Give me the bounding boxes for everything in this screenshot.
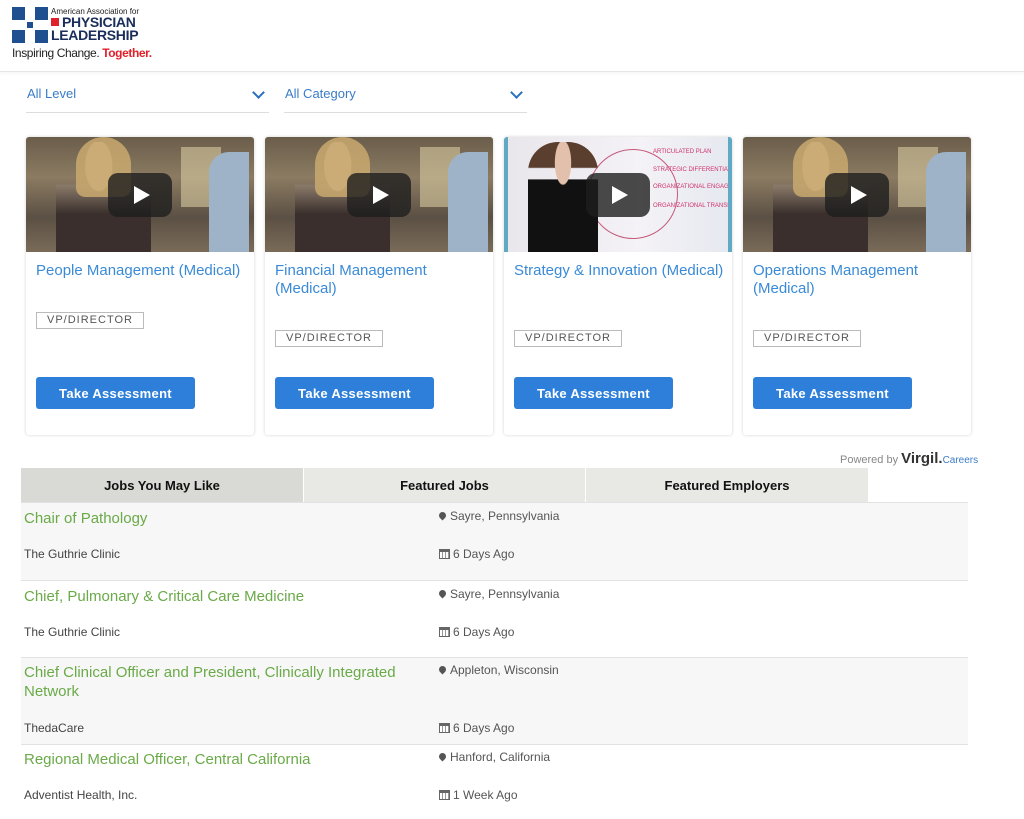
job-row: Chair of Pathology The Guthrie Clinic Sa… xyxy=(21,502,968,580)
job-posted-text: 6 Days Ago xyxy=(453,547,515,561)
aapl-logo[interactable]: American Association for PHYSICIAN LEADE… xyxy=(12,7,172,63)
job-location-text: Hanford, California xyxy=(450,750,551,764)
tab-featured-jobs[interactable]: Featured Jobs xyxy=(304,468,586,502)
powered-by-virgil[interactable]: Powered by Virgil.Careers xyxy=(840,450,978,467)
job-posted: 6 Days Ago xyxy=(439,625,514,639)
job-employer: Adventist Health, Inc. xyxy=(24,788,138,802)
assessment-card: Financial Management (Medical) VP/DIRECT… xyxy=(265,137,493,435)
careers-logo: Careers xyxy=(942,455,979,466)
level-badge: VP/DIRECTOR xyxy=(275,330,383,347)
whiteboard-text: ORGANIZATIONAL ENGAGE xyxy=(653,184,732,190)
video-thumbnail[interactable] xyxy=(743,137,971,252)
job-location: Appleton, Wisconsin xyxy=(437,663,559,677)
assessment-cards: People Management (Medical) VP/DIRECTOR … xyxy=(26,137,971,435)
whiteboard-text: STRATEGIC DIFFERENTIATION xyxy=(653,167,732,173)
job-location: Hanford, California xyxy=(437,750,551,764)
card-title[interactable]: People Management (Medical) xyxy=(36,262,246,280)
calendar-icon xyxy=(439,723,450,733)
level-badge: VP/DIRECTOR xyxy=(36,312,144,329)
card-title[interactable]: Strategy & Innovation (Medical) xyxy=(514,262,724,280)
logo-cross-icon xyxy=(12,7,48,43)
assessment-card: ARTICULATED PLAN STRATEGIC DIFFERENTIATI… xyxy=(504,137,732,435)
virgil-logo: Virgil. xyxy=(901,450,943,467)
calendar-icon xyxy=(439,549,450,559)
job-posted: 1 Week Ago xyxy=(439,788,518,802)
job-location-text: Sayre, Pennsylvania xyxy=(450,587,560,601)
powered-by-prefix: Powered by xyxy=(840,454,899,466)
logo-tagline: Inspiring Change. Together. xyxy=(12,46,152,60)
job-title-link[interactable]: Chief Clinical Officer and President, Cl… xyxy=(24,663,414,701)
map-marker-icon xyxy=(437,510,448,521)
chevron-down-icon xyxy=(510,86,523,99)
job-location-text: Appleton, Wisconsin xyxy=(450,663,559,677)
job-posted: 6 Days Ago xyxy=(439,547,514,561)
level-badge: VP/DIRECTOR xyxy=(514,330,622,347)
tagline-part1: Inspiring Change. xyxy=(12,46,100,60)
map-marker-icon xyxy=(437,664,448,675)
job-list: Chair of Pathology The Guthrie Clinic Sa… xyxy=(21,502,968,819)
take-assessment-button[interactable]: Take Assessment xyxy=(275,377,434,409)
take-assessment-button[interactable]: Take Assessment xyxy=(753,377,912,409)
take-assessment-button[interactable]: Take Assessment xyxy=(36,377,195,409)
take-assessment-button[interactable]: Take Assessment xyxy=(514,377,673,409)
play-icon[interactable] xyxy=(586,172,650,217)
play-icon[interactable] xyxy=(347,172,411,217)
job-title-link[interactable]: Regional Medical Officer, Central Califo… xyxy=(24,750,414,769)
job-posted: 6 Days Ago xyxy=(439,721,514,735)
card-title[interactable]: Financial Management (Medical) xyxy=(275,262,485,298)
card-title[interactable]: Operations Management (Medical) xyxy=(753,262,963,298)
category-filter-select[interactable]: All Category xyxy=(284,80,527,113)
job-row: Regional Medical Officer, Central Califo… xyxy=(21,744,968,819)
job-posted-text: 6 Days Ago xyxy=(453,625,515,639)
map-marker-icon xyxy=(437,588,448,599)
assessment-card: People Management (Medical) VP/DIRECTOR … xyxy=(26,137,254,435)
map-marker-icon xyxy=(437,751,448,762)
level-filter-value: All Level xyxy=(27,86,77,101)
job-employer: ThedaCare xyxy=(24,721,85,735)
job-location-text: Sayre, Pennsylvania xyxy=(450,509,560,523)
play-icon[interactable] xyxy=(825,172,889,217)
level-badge: VP/DIRECTOR xyxy=(753,330,861,347)
video-thumbnail[interactable] xyxy=(26,137,254,252)
logo-line3: LEADERSHIP xyxy=(51,27,139,43)
job-location: Sayre, Pennsylvania xyxy=(437,509,560,523)
video-thumbnail[interactable]: ARTICULATED PLAN STRATEGIC DIFFERENTIATI… xyxy=(504,137,732,252)
job-title-link[interactable]: Chair of Pathology xyxy=(24,509,414,528)
chevron-down-icon xyxy=(252,86,265,99)
job-employer: The Guthrie Clinic xyxy=(24,625,121,639)
assessment-card: Operations Management (Medical) VP/DIREC… xyxy=(743,137,971,435)
whiteboard-text: ORGANIZATIONAL TRANSF xyxy=(653,203,731,209)
job-posted-text: 1 Week Ago xyxy=(453,788,518,802)
play-icon[interactable] xyxy=(108,172,172,217)
job-row: Chief Clinical Officer and President, Cl… xyxy=(21,657,968,744)
level-filter-select[interactable]: All Level xyxy=(26,80,269,113)
logo-red-square-icon xyxy=(51,18,59,26)
site-header: American Association for PHYSICIAN LEADE… xyxy=(0,0,1024,72)
job-posted-text: 6 Days Ago xyxy=(453,721,515,735)
calendar-icon xyxy=(439,790,450,800)
job-row: Chief, Pulmonary & Critical Care Medicin… xyxy=(21,580,968,657)
jobs-tabs: Jobs You May Like Featured Jobs Featured… xyxy=(21,468,869,502)
filter-bar: All Level All Category xyxy=(26,80,527,113)
category-filter-value: All Category xyxy=(285,86,356,101)
tab-jobs-you-may-like[interactable]: Jobs You May Like xyxy=(21,468,304,502)
tagline-part2: Together. xyxy=(102,46,152,60)
calendar-icon xyxy=(439,627,450,637)
whiteboard-text: ARTICULATED PLAN xyxy=(653,149,712,155)
job-location: Sayre, Pennsylvania xyxy=(437,587,560,601)
job-employer: The Guthrie Clinic xyxy=(24,547,121,561)
tab-featured-employers[interactable]: Featured Employers xyxy=(586,468,869,502)
job-title-link[interactable]: Chief, Pulmonary & Critical Care Medicin… xyxy=(24,587,414,606)
video-thumbnail[interactable] xyxy=(265,137,493,252)
